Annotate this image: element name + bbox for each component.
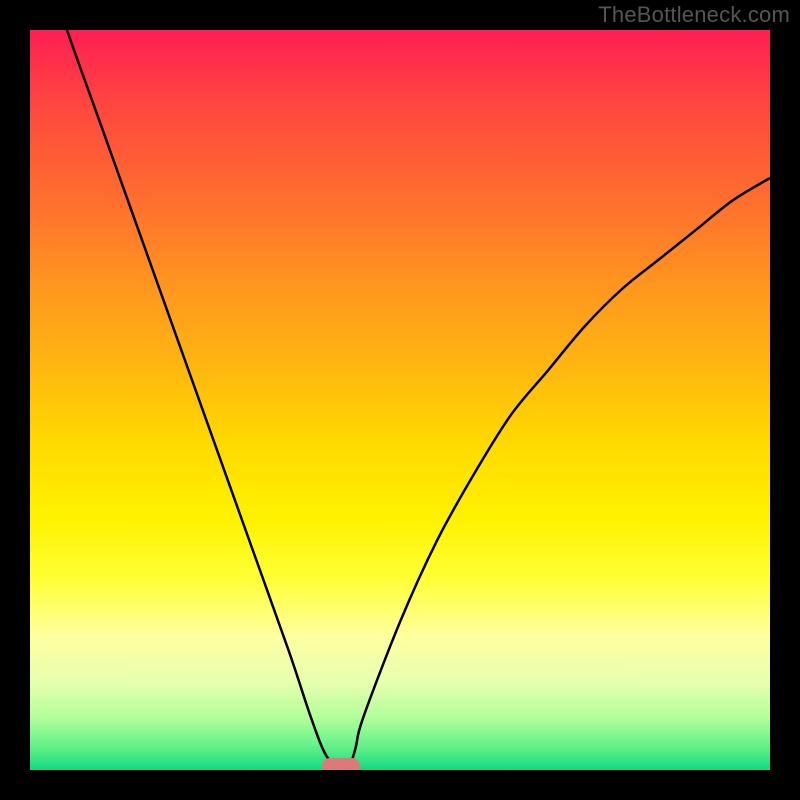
bottleneck-curve (30, 30, 770, 770)
curve-path (30, 30, 770, 770)
watermark-text: TheBottleneck.com (598, 2, 790, 28)
plot-area (30, 30, 770, 770)
chart-frame: TheBottleneck.com (0, 0, 800, 800)
optimal-marker (322, 758, 360, 770)
